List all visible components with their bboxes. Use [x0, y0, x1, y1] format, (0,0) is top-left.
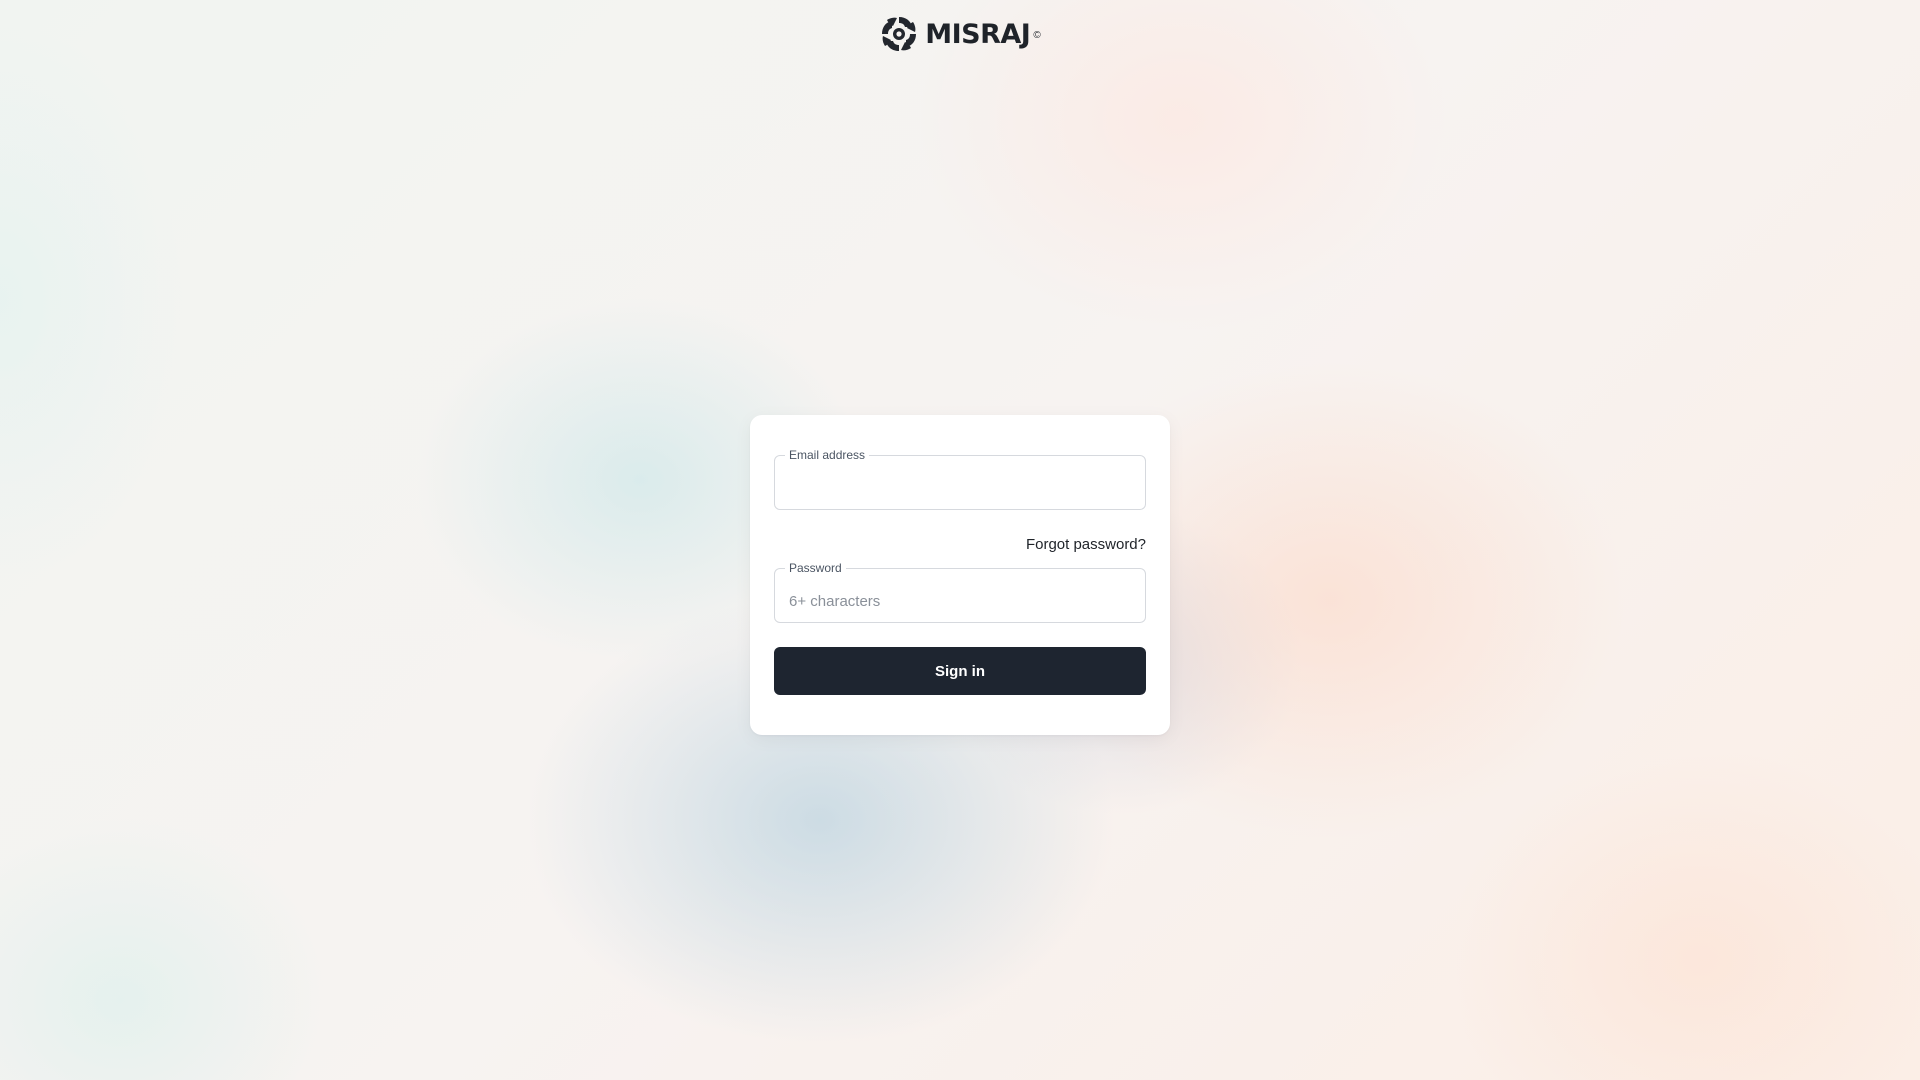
registered-mark: © — [1033, 29, 1041, 41]
forgot-password-link[interactable]: Forgot password? — [1026, 536, 1146, 553]
email-field[interactable]: Email address — [774, 448, 1146, 510]
sign-in-button[interactable]: Sign in — [774, 647, 1146, 695]
brand-logo[interactable]: MISRAJ © — [879, 14, 1041, 54]
pinwheel-logo-icon — [882, 17, 917, 51]
email-input[interactable] — [775, 456, 1145, 509]
login-card: Email address Forgot password? Password … — [750, 415, 1170, 735]
password-field[interactable]: Password — [774, 561, 1146, 623]
password-input[interactable] — [775, 569, 1145, 622]
brand-name: MISRAJ — [925, 18, 1031, 50]
brand-header: MISRAJ © — [0, 14, 1920, 54]
